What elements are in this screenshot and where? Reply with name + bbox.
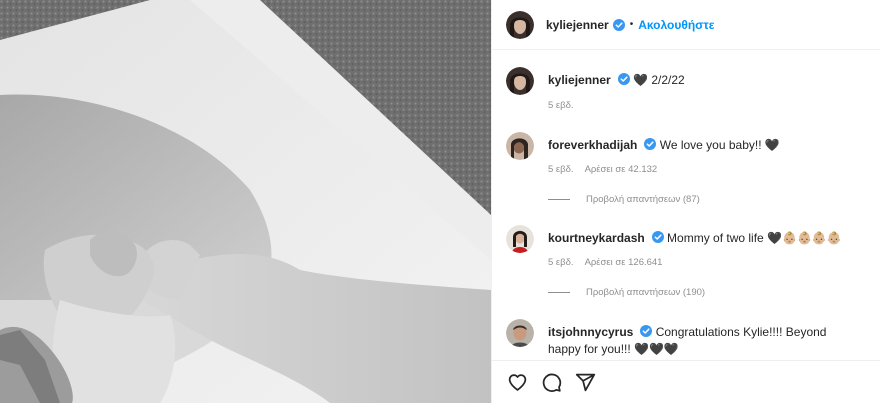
post-image (0, 0, 491, 403)
post-photo[interactable] (0, 0, 491, 403)
caption-meta: 5 εβδ. (548, 100, 574, 111)
avatar[interactable] (506, 10, 534, 39)
comment-meta: 5 εβδ. Αρέσει σε 126.641 (548, 257, 662, 268)
avatar[interactable] (506, 67, 534, 95)
comment-text: We love you baby!! 🖤 (659, 138, 780, 152)
comment-username[interactable]: kourtneykardash (548, 231, 645, 245)
caption-text-block: kyliejenner 🖤 2/2/22 (548, 67, 685, 95)
post-side-panel: kyliejenner • Ακολουθήστε kyliejenner 🖤 … (491, 0, 880, 403)
view-replies-button[interactable]: Προβολή απαντήσεων (87) (548, 194, 700, 205)
avatar[interactable] (506, 319, 534, 347)
caption-age[interactable]: 5 εβδ. (548, 100, 574, 111)
verified-badge-icon (640, 325, 653, 337)
share-icon (575, 373, 595, 391)
replies-divider (548, 292, 570, 293)
like-button[interactable] (506, 371, 528, 393)
header-username[interactable]: kyliejenner (546, 18, 609, 32)
comment-text-block: kourtneykardash Mommy of two life 🖤👶🏼👶🏼👶… (548, 225, 842, 253)
comment-item: itsjohnnycyrus Congratulations Kylie!!!!… (506, 319, 866, 358)
comment-username[interactable]: foreverkhadijah (548, 138, 637, 152)
view-replies-label[interactable]: Προβολή απαντήσεων (87) (586, 194, 700, 205)
verified-badge-icon (612, 18, 625, 31)
comment-text: Mommy of two life 🖤👶🏼👶🏼👶🏼👶🏼 (667, 231, 842, 245)
caption-item: kyliejenner 🖤 2/2/22 (506, 67, 866, 95)
comment-likes[interactable]: Αρέσει σε 126.641 (585, 257, 663, 268)
avatar[interactable] (506, 132, 534, 160)
post-header: kyliejenner • Ακολουθήστε (492, 0, 880, 50)
separator-dot: • (629, 19, 634, 30)
comment-likes[interactable]: Αρέσει σε 42.132 (585, 164, 658, 175)
comment-meta: 5 εβδ. Αρέσει σε 42.132 (548, 164, 657, 175)
comment-text-block: itsjohnnycyrus Congratulations Kylie!!!!… (548, 319, 854, 358)
comments-list[interactable]: kyliejenner 🖤 2/2/22 5 εβδ. foreverkhadi… (492, 51, 880, 360)
follow-button[interactable]: Ακολουθήστε (638, 18, 714, 32)
comment-text-block: foreverkhadijah We love you baby!! 🖤 (548, 132, 780, 160)
avatar[interactable] (506, 225, 534, 253)
comment-button[interactable] (540, 371, 562, 393)
view-replies-label[interactable]: Προβολή απαντήσεων (190) (586, 287, 705, 298)
caption-username[interactable]: kyliejenner (548, 73, 611, 87)
comment-username[interactable]: itsjohnnycyrus (548, 325, 633, 339)
verified-badge-icon (651, 231, 664, 243)
comment-icon (542, 373, 561, 392)
replies-divider (548, 199, 570, 200)
verified-badge-icon (617, 73, 630, 85)
comment-age[interactable]: 5 εβδ. (548, 257, 574, 268)
post-actions-bar (492, 360, 880, 403)
comment-item: foreverkhadijah We love you baby!! 🖤 (506, 132, 866, 160)
verified-badge-icon (644, 138, 657, 150)
comment-item: kourtneykardash Mommy of two life 🖤👶🏼👶🏼👶… (506, 225, 866, 253)
heart-icon (508, 373, 526, 391)
view-replies-button[interactable]: Προβολή απαντήσεων (190) (548, 287, 705, 298)
share-button[interactable] (574, 371, 596, 393)
caption-text: 🖤 2/2/22 (633, 73, 685, 87)
comment-age[interactable]: 5 εβδ. (548, 164, 574, 175)
